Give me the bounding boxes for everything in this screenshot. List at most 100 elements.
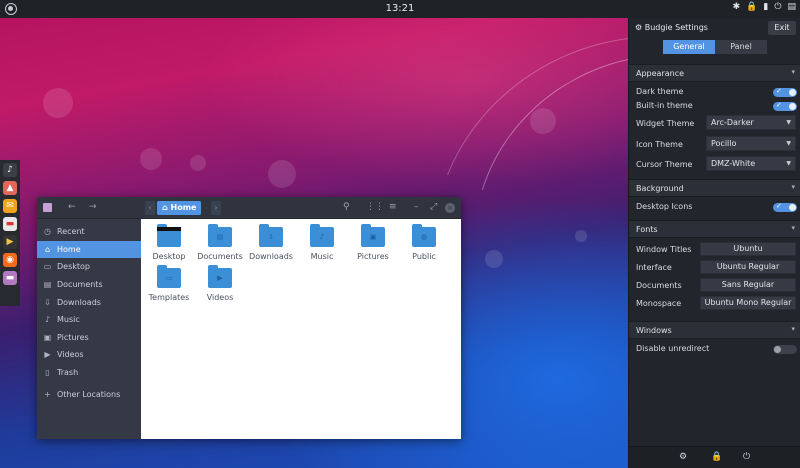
sidebar-item-trash[interactable]: ▯ Trash [37, 364, 141, 382]
wallpaper-bokeh [190, 155, 206, 171]
search-icon[interactable]: ⚲ [343, 202, 350, 212]
power-icon[interactable]: ⏻ [743, 452, 750, 462]
folder-label: Documents [197, 252, 243, 261]
sidebar-item-downloads[interactable]: ⇩ Downloads [37, 293, 141, 311]
sidebar-item-home[interactable]: ⌂ Home [37, 240, 141, 259]
folder-documents[interactable]: ▤ Documents [195, 224, 245, 261]
sidebar-item-label: Music [57, 315, 80, 325]
desktop-icons-toggle[interactable]: ✓ [773, 202, 797, 212]
sidebar-item-desktop[interactable]: ▭ Desktop [37, 258, 141, 276]
files-icon[interactable]: ▬ [3, 271, 17, 285]
sidebar-item-label: Home [57, 244, 81, 254]
home-icon: ⌂ [44, 244, 51, 254]
file-manager-headerbar: ← → ‹ ⌂ Home › ⚲ ⋮⋮ ≡ – ⤢ × [37, 197, 461, 219]
window-titles-font-button[interactable]: Ubuntu [700, 242, 796, 256]
select-value: Pocillo [711, 139, 737, 148]
settings-title: ⚙ Budgie Settings [635, 23, 708, 32]
folder-desktop-icon [157, 224, 181, 247]
folder-music-icon: ♪ [310, 224, 334, 247]
widget-theme-select[interactable]: Arc-Darker ▼ [706, 115, 796, 130]
rhythmbox-icon[interactable]: ♪ [3, 163, 17, 177]
places-sidebar: ◷ Recent ⌂ Home ▭ Desktop ▤ Documents ⇩ Downl… [37, 219, 141, 439]
pictures-icon: ▣ [43, 332, 52, 342]
exit-button[interactable]: Exit [768, 21, 796, 35]
close-icon[interactable]: × [445, 203, 455, 213]
interface-font-button[interactable]: Ubuntu Regular [700, 260, 796, 274]
folder-pictures[interactable]: ▣ Pictures [348, 224, 398, 261]
breadcrumb-home[interactable]: ⌂ Home [157, 201, 202, 215]
monospace-font-button[interactable]: Ubuntu Mono Regular [700, 296, 796, 310]
desktop-icons-label: Desktop Icons [636, 202, 693, 211]
app-icon [43, 203, 52, 212]
budgie-settings-panel: ⚙ Budgie Settings Exit General Panel App… [628, 18, 800, 468]
folder-templates[interactable]: ▭ Templates [144, 265, 194, 302]
section-appearance[interactable]: Appearance ▾ [629, 64, 800, 82]
raven-toggle-icon[interactable]: ▤ [787, 2, 796, 12]
dropdown-arrow-icon: ▼ [786, 160, 791, 167]
folder-downloads[interactable]: ⇩ Downloads [246, 224, 296, 261]
folder-public-icon: ◍ [412, 224, 436, 247]
sidebar-item-pictures[interactable]: ▣ Pictures [37, 329, 141, 347]
sidebar-item-recent[interactable]: ◷ Recent [37, 223, 141, 241]
grid-view-icon[interactable]: ⋮⋮ [366, 202, 384, 212]
photos-icon[interactable]: ▲ [3, 181, 17, 195]
section-fonts[interactable]: Fonts ▾ [629, 220, 800, 238]
cursor-theme-label: Cursor Theme [636, 160, 693, 169]
maximize-icon[interactable]: ⤢ [430, 202, 437, 212]
dock: ♪ ▲ ✉ ▬ ▶ ◉ ▬ [0, 160, 20, 306]
folder-templates-icon: ▭ [157, 265, 181, 288]
section-background[interactable]: Background ▾ [629, 179, 800, 197]
builtin-theme-toggle[interactable]: ✓ [773, 101, 797, 111]
section-title: Windows [636, 326, 672, 335]
dropdown-arrow-icon: ▼ [786, 119, 791, 126]
breadcrumb-left-icon[interactable]: ‹ [145, 201, 155, 215]
forward-arrow-icon[interactable]: → [89, 202, 97, 212]
tab-panel[interactable]: Panel [715, 40, 767, 54]
cursor-theme-select[interactable]: DMZ-White ▼ [706, 156, 796, 171]
select-value: DMZ-White [711, 159, 756, 168]
sidebar-item-videos[interactable]: ▶ Videos [37, 346, 141, 364]
chevron-down-icon: ▾ [791, 224, 795, 232]
back-arrow-icon[interactable]: ← [68, 202, 76, 212]
bluetooth-icon[interactable]: ✱ [733, 2, 741, 12]
sidebar-item-documents[interactable]: ▤ Documents [37, 276, 141, 294]
clock[interactable]: 13:21 [0, 3, 800, 14]
documents-font-button[interactable]: Sans Regular [700, 278, 796, 292]
disable-unredirect-toggle[interactable] [773, 345, 797, 354]
sidebar-item-label: Desktop [57, 262, 90, 272]
wallpaper-bokeh [268, 160, 296, 188]
firefox-icon[interactable]: ◉ [3, 253, 17, 267]
folder-desktop[interactable]: Desktop [144, 224, 194, 261]
battery-icon[interactable]: ▮ [763, 2, 768, 12]
sidebar-item-music[interactable]: ♪ Music [37, 311, 141, 329]
calendar-icon[interactable]: ▬ [3, 217, 17, 231]
folder-label: Templates [148, 293, 190, 302]
documents-icon: ▤ [43, 280, 52, 290]
menu-icon[interactable]: ≡ [389, 202, 397, 212]
folder-downloads-icon: ⇩ [259, 224, 283, 247]
minimize-icon[interactable]: – [414, 202, 419, 212]
sidebar-item-other-locations[interactable]: + Other Locations [37, 385, 141, 403]
folder-music[interactable]: ♪ Music [297, 224, 347, 261]
plus-icon: + [44, 389, 51, 399]
mail-icon[interactable]: ✉ [3, 199, 17, 213]
tab-general[interactable]: General [663, 40, 715, 54]
icon-theme-select[interactable]: Pocillo ▼ [706, 136, 796, 151]
chevron-down-icon: ▾ [791, 68, 795, 76]
lock-screen-icon[interactable]: 🔒 [711, 452, 722, 462]
breadcrumb-right-icon[interactable]: › [211, 201, 221, 215]
videos-icon[interactable]: ▶ [3, 235, 17, 249]
icon-theme-label: Icon Theme [636, 140, 683, 149]
folder-videos[interactable]: ▶ Videos [195, 265, 245, 302]
dark-theme-toggle[interactable]: ✓ [773, 87, 797, 97]
folder-public[interactable]: ◍ Public [399, 224, 449, 261]
sidebar-item-label: Videos [57, 350, 84, 360]
power-icon[interactable]: ⏻ [774, 2, 781, 12]
music-icon: ♪ [44, 315, 51, 325]
wallpaper-bokeh [140, 148, 162, 170]
section-windows[interactable]: Windows ▾ [629, 321, 800, 339]
settings-gear-icon[interactable]: ⚙ [679, 452, 687, 462]
folder-documents-icon: ▤ [208, 224, 232, 247]
lock-icon[interactable]: 🔒 [746, 2, 757, 12]
folder-label: Music [310, 252, 334, 261]
